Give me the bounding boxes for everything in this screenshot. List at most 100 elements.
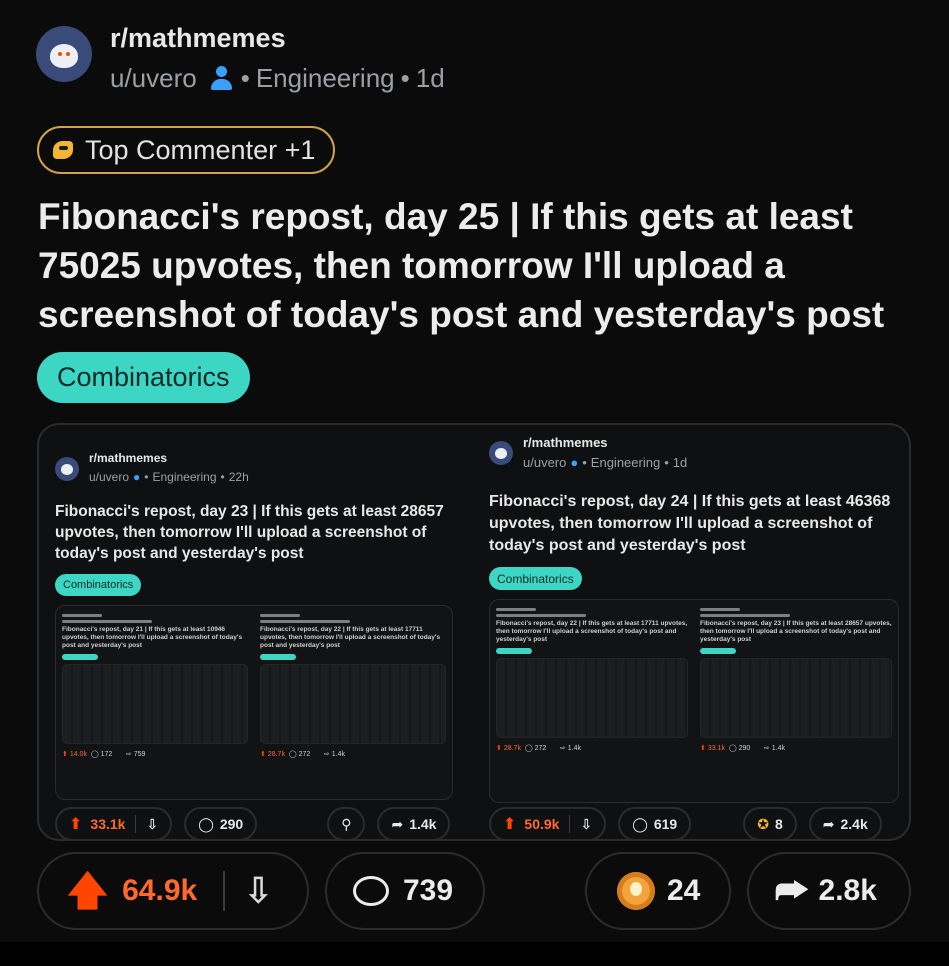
embedded-image[interactable]: r/mathmemes u/uvero ● • Engineering • 22… xyxy=(37,423,911,841)
post-meta: u/uvero ● • Engineering • 1d xyxy=(523,455,687,470)
nested-title: Fibonacci's repost, day 23 | If this get… xyxy=(700,620,892,643)
award-count: 24 xyxy=(667,874,701,907)
username[interactable]: u/uvero xyxy=(110,65,197,91)
post-header: r/mathmemes u/uvero • Engineering • 1d xyxy=(36,24,445,92)
nested-upvotes: 28.7k xyxy=(267,751,285,758)
meta-dot: • xyxy=(664,455,669,470)
nested-shares: 759 xyxy=(133,751,146,758)
subreddit-name: r/mathmemes xyxy=(89,451,168,465)
upvote-count: 50.9k xyxy=(524,816,560,832)
downvote-icon[interactable]: ⇩ xyxy=(243,873,273,909)
trophy-icon xyxy=(51,139,79,161)
embedded-post-day23: r/mathmemes u/uvero ● • Engineering • 22… xyxy=(39,425,469,839)
person-icon xyxy=(207,64,235,92)
meta-dot: • xyxy=(582,455,587,470)
award-pill: ⚲ xyxy=(327,807,366,839)
subreddit-name[interactable]: r/mathmemes xyxy=(110,24,445,52)
nested-shares: 1.4k xyxy=(771,745,785,752)
share-count: 2.8k xyxy=(818,874,877,907)
post-title: Fibonacci's repost, day 24 | If this get… xyxy=(489,493,891,554)
bottom-strip xyxy=(0,942,949,966)
post-flair-tag[interactable]: Combinatorics xyxy=(37,352,250,403)
post-age: 1d xyxy=(415,63,445,93)
nested-comments: 290 xyxy=(738,745,751,752)
award-icon xyxy=(617,872,655,910)
post-action-bar: ⬆ 33.1k ⇩ ◯ 290 ⚲ ➦ 1.4k xyxy=(55,807,462,839)
nested-post: Fibonacci's repost, day 22 | If this get… xyxy=(496,608,688,752)
upvote-count: 64.9k xyxy=(122,874,198,907)
post-age: 22h xyxy=(228,470,249,484)
meta-dot: • xyxy=(144,470,149,484)
post-flair-tag: Combinatorics xyxy=(489,567,582,590)
comment-pill: ◯ 619 xyxy=(618,807,692,839)
comment-count: 290 xyxy=(219,816,244,832)
nested-image: Fibonacci's repost, day 22 | If this get… xyxy=(489,599,899,803)
share-icon: ➦ xyxy=(391,815,404,832)
award-button[interactable]: 24 xyxy=(585,852,731,930)
nested-post: Fibonacci's repost, day 22 | If this get… xyxy=(260,614,446,758)
nested-post: Fibonacci's repost, day 23 | If this get… xyxy=(700,608,892,752)
person-icon: ● xyxy=(570,455,579,470)
post-age: 1d xyxy=(672,455,688,470)
nested-stats: ⬆ 14.0k ◯ 172 ⇨ 759 xyxy=(62,751,146,758)
downvote-icon: ⇩ xyxy=(580,815,593,832)
comment-icon xyxy=(353,876,389,906)
person-icon: ● xyxy=(133,470,141,484)
user-flair-label: Top Commenter +1 xyxy=(85,134,316,165)
nested-image: Fibonacci's repost, day 21 | If this get… xyxy=(55,605,453,800)
post-meta: u/uvero ● • Engineering • 22h xyxy=(89,470,249,484)
nested-title: Fibonacci's repost, day 22 | If this get… xyxy=(496,620,688,643)
nested-comments: 172 xyxy=(100,751,113,758)
award-pill: ✪ 8 xyxy=(743,807,797,839)
flair-meta: Engineering xyxy=(255,63,395,93)
upvote-icon[interactable]: 🡅 xyxy=(67,871,108,911)
nested-shares: 1.4k xyxy=(567,745,581,752)
flair-meta: Engineering xyxy=(152,470,217,484)
vote-pill: ⬆ 50.9k ⇩ xyxy=(489,807,607,839)
nested-title: Fibonacci's repost, day 22 | If this get… xyxy=(260,626,441,649)
meta-dot: • xyxy=(220,470,225,484)
user-flair-badge: Top Commenter +1 xyxy=(37,126,336,174)
downvote-icon: ⇩ xyxy=(146,815,159,832)
upvote-count: 33.1k xyxy=(90,816,126,832)
vote-pill: ⬆ 33.1k ⇩ xyxy=(55,807,173,839)
comment-count: 739 xyxy=(403,874,454,907)
award-icon: ✪ xyxy=(757,815,769,832)
nested-shares: 1.4k xyxy=(331,751,345,758)
post-action-bar: ⬆ 50.9k ⇩ ◯ 619 ✪ 8 ➦ 2.4k xyxy=(489,807,894,839)
award-icon: ⚲ xyxy=(341,815,352,832)
embedded-post-day24: r/mathmemes u/uvero ● • Engineering • 1d… xyxy=(475,425,909,839)
share-button[interactable]: ⮫ 2.8k xyxy=(747,852,911,930)
share-pill: ➦ 2.4k xyxy=(808,807,882,839)
share-count: 2.4k xyxy=(840,816,868,832)
upvote-icon: ⬆ xyxy=(503,816,517,833)
comment-pill: ◯ 290 xyxy=(184,807,258,839)
post-meta: u/uvero • Engineering • 1d xyxy=(110,64,445,92)
nested-stats: ⬆ 33.1k ◯ 290 ⇨ 1.4k xyxy=(700,745,785,752)
subreddit-avatar[interactable] xyxy=(36,26,92,82)
action-bar: 🡅 64.9k ⇩ 739 24 ⮫ 2.8k xyxy=(37,852,911,930)
share-pill: ➦ 1.4k xyxy=(377,807,451,839)
meta-dot: • xyxy=(240,63,250,93)
meta-dot: • xyxy=(400,63,410,93)
nested-upvotes: 33.1k xyxy=(707,745,725,752)
subreddit-name: r/mathmemes xyxy=(523,435,608,450)
vote-pill: 🡅 64.9k ⇩ xyxy=(37,852,309,930)
award-count: 8 xyxy=(774,816,783,832)
comment-icon: ◯ xyxy=(632,815,648,832)
subreddit-avatar xyxy=(489,441,513,465)
upvote-icon: ⬆ xyxy=(69,816,83,833)
nested-stats: ⬆ 28.7k ◯ 272 ⇨ 1.4k xyxy=(496,745,581,752)
comment-icon: ◯ xyxy=(198,815,214,832)
nested-upvotes: 28.7k xyxy=(503,745,521,752)
nested-comments: 272 xyxy=(534,745,547,752)
comment-button[interactable]: 739 xyxy=(325,852,485,930)
subreddit-avatar xyxy=(55,457,79,481)
post-title: Fibonacci's repost, day 23 | If this get… xyxy=(55,503,444,562)
comment-count: 619 xyxy=(653,816,678,832)
nested-upvotes: 14.0k xyxy=(69,751,87,758)
nested-stats: ⬆ 28.7k ◯ 272 ⇨ 1.4k xyxy=(260,751,345,758)
share-count: 1.4k xyxy=(409,816,437,832)
post-title[interactable]: Fibonacci's repost, day 25 | If this get… xyxy=(38,192,918,339)
username: u/uvero xyxy=(523,455,567,470)
